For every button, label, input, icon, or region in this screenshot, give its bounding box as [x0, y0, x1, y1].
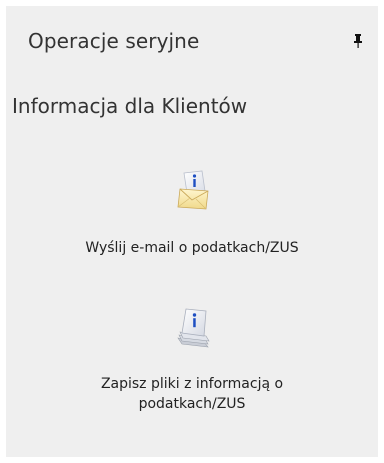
save-files-label: Zapisz pliki z informacją o podatkach/ZU… [100, 376, 284, 412]
section-title: Informacja dla Klientów [12, 94, 248, 118]
info-document-stack-icon [172, 306, 216, 350]
serial-operations-panel: Operacje seryjne Informacja dla Klientów [6, 6, 378, 457]
info-envelope-icon [172, 169, 216, 213]
panel-title: Operacje seryjne [28, 29, 200, 53]
panel-header: Operacje seryjne [6, 6, 378, 74]
send-email-action[interactable]: Wyślij e-mail o podatkach/ZUS [6, 166, 378, 266]
send-email-label: Wyślij e-mail o podatkach/ZUS [85, 240, 299, 256]
pin-icon[interactable] [351, 33, 365, 49]
save-files-action[interactable]: Zapisz pliki z informacją o podatkach/ZU… [6, 306, 378, 436]
